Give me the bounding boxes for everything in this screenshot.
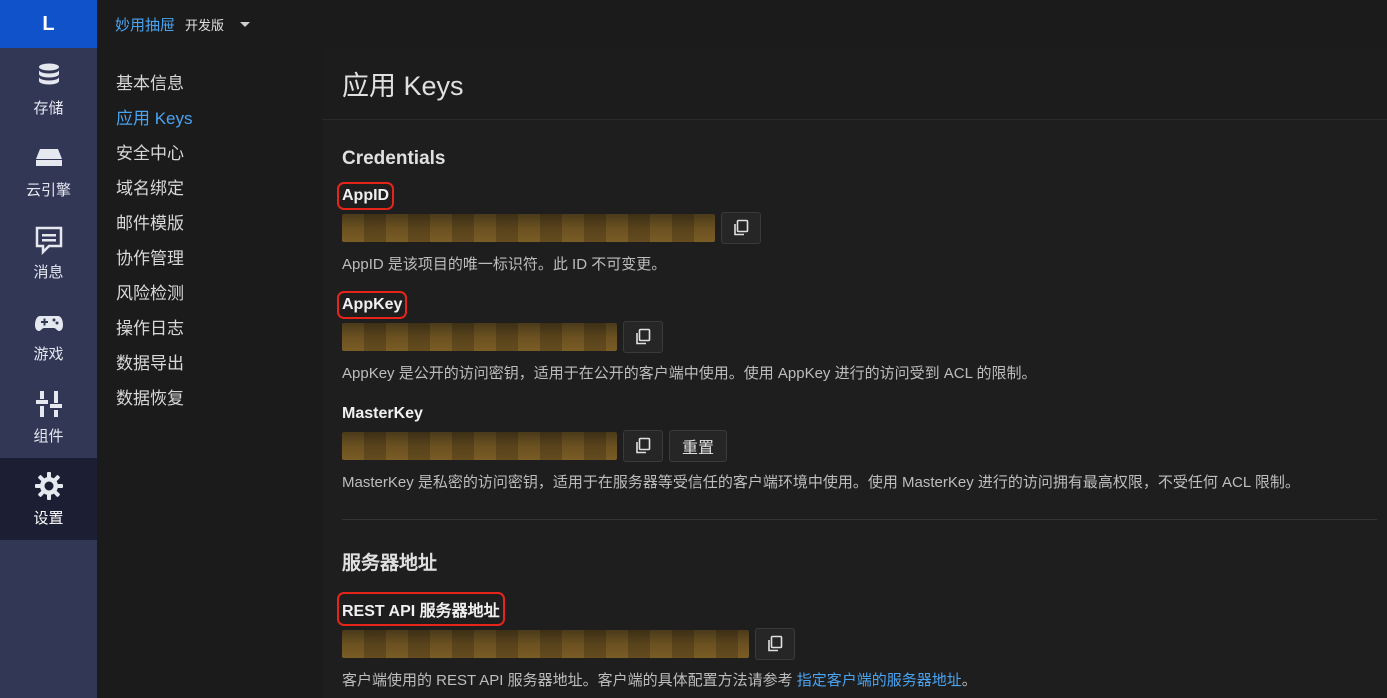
copy-icon <box>636 437 651 454</box>
masterkey-help: MasterKey 是私密的访问密钥，适用于在服务器等受信任的客户端环境中使用。… <box>342 474 1300 491</box>
subnav-item-export[interactable]: 数据导出 <box>97 346 322 381</box>
subnav-item-logs[interactable]: 操作日志 <box>97 311 322 346</box>
appid-help: AppID 是该项目的唯一标识符。此 ID 不可变更。 <box>342 256 667 273</box>
appkey-label: AppKey <box>336 291 408 319</box>
masterkey-value-masked[interactable] <box>342 432 617 460</box>
app-logo[interactable]: L <box>0 0 97 48</box>
copy-icon <box>768 635 783 652</box>
page-title: 应用 Keys <box>342 71 464 101</box>
chevron-down-icon[interactable] <box>240 21 251 27</box>
rest-api-label: REST API 服务器地址 <box>337 592 505 626</box>
subnav-item-security[interactable]: 安全中心 <box>97 136 322 171</box>
subnav-item-risk[interactable]: 风险检测 <box>97 276 322 311</box>
section-divider <box>342 519 1377 520</box>
rest-api-help-text: 客户端使用的 REST API 服务器地址。客户端的具体配置方法请参考 <box>342 672 793 689</box>
copy-icon <box>734 219 749 236</box>
keys-content: Credentials AppID AppID 是该项目的唯一标识符。此 ID … <box>322 148 1387 690</box>
appid-block: AppID AppID 是该项目的唯一标识符。此 ID 不可变更。 <box>336 182 1377 274</box>
copy-appid-button[interactable] <box>721 212 761 244</box>
server-section-title: 服务器地址 <box>342 553 438 574</box>
masterkey-block: MasterKey 重置 MasterKey 是私密的访问密钥，适用于在服务器等… <box>342 405 1377 492</box>
database-icon <box>38 63 59 84</box>
subnav-item-domain[interactable]: 域名绑定 <box>97 171 322 206</box>
app-name-link[interactable]: 妙用抽屉 <box>115 14 175 35</box>
appkey-value-masked[interactable] <box>342 323 617 351</box>
rail-item-game[interactable]: 游戏 <box>0 294 97 376</box>
rail-item-label: 消息 <box>33 263 64 281</box>
appkey-help: AppKey 是公开的访问密钥，适用于在公开的客户端中使用。使用 AppKey … <box>342 365 1037 382</box>
gear-icon <box>34 471 63 500</box>
rail-item-storage[interactable]: 存储 <box>0 48 97 130</box>
page-header: 应用 Keys <box>322 48 1387 120</box>
appkey-row <box>342 321 1377 353</box>
appkey-block: AppKey AppKey 是公开的访问密钥，适用于在公开的客户端中使用。使用 … <box>336 291 1377 383</box>
reset-masterkey-button[interactable]: 重置 <box>669 430 728 462</box>
message-icon <box>35 226 62 255</box>
rail-item-engine[interactable]: 云引擎 <box>0 130 97 212</box>
rail-item-label: 组件 <box>33 427 64 445</box>
top-bar: 妙用抽屉 开发版 <box>97 0 1387 48</box>
rail-item-components[interactable]: 组件 <box>0 376 97 458</box>
credentials-title: Credentials <box>342 148 446 169</box>
copy-icon <box>636 328 651 345</box>
masterkey-row: 重置 <box>342 430 1377 462</box>
rest-api-value-masked[interactable] <box>342 630 749 658</box>
appid-row <box>342 212 1377 244</box>
rail-item-settings[interactable]: 设置 <box>0 458 97 540</box>
rest-api-row <box>342 628 1377 660</box>
left-rail: L 存储 云引擎 消息 游戏 组件 设置 <box>0 0 97 698</box>
rail-item-label: 设置 <box>33 509 64 527</box>
masterkey-label: MasterKey <box>342 405 423 422</box>
copy-appkey-button[interactable] <box>623 321 663 353</box>
copy-masterkey-button[interactable] <box>623 430 663 462</box>
server-address-doc-link[interactable]: 指定客户端的服务器地址 <box>797 672 962 689</box>
subnav-item-app-keys[interactable]: 应用 Keys <box>97 101 322 136</box>
environment-label: 开发版 <box>185 17 225 33</box>
appid-value-masked[interactable] <box>342 214 715 242</box>
subnav-item-basic-info[interactable]: 基本信息 <box>97 66 322 101</box>
rest-api-help-suffix: 。 <box>961 672 977 689</box>
rail-item-label: 云引擎 <box>25 181 71 199</box>
rail-item-label: 存储 <box>33 99 64 117</box>
gamepad-icon <box>34 315 63 331</box>
copy-rest-api-button[interactable] <box>755 628 795 660</box>
main-panel: 应用 Keys Credentials AppID AppID 是该项目的唯一标… <box>322 48 1387 698</box>
settings-subnav: 基本信息 应用 Keys 安全中心 域名绑定 邮件模版 协作管理 风险检测 操作… <box>97 48 322 698</box>
subnav-item-restore[interactable]: 数据恢复 <box>97 381 322 416</box>
server-icon <box>35 148 62 166</box>
appid-label: AppID <box>336 182 395 210</box>
rail-item-message[interactable]: 消息 <box>0 212 97 294</box>
subnav-item-collaboration[interactable]: 协作管理 <box>97 241 322 276</box>
rest-api-help: 客户端使用的 REST API 服务器地址。客户端的具体配置方法请参考 指定客户… <box>342 669 1377 690</box>
components-icon <box>35 390 62 417</box>
rest-api-block: REST API 服务器地址 客户端使用的 REST API 服务器地址。客户端… <box>337 592 1377 690</box>
rail-item-label: 游戏 <box>33 345 64 363</box>
subnav-item-email-templates[interactable]: 邮件模版 <box>97 206 322 241</box>
